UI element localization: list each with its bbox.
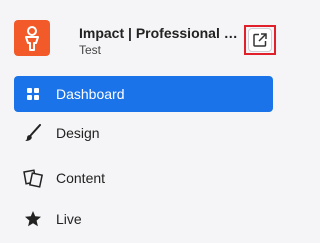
- nav-label-dashboard: Dashboard: [56, 86, 125, 102]
- brush-icon: [23, 123, 43, 143]
- site-header: Impact | Professional Con... Test: [0, 0, 286, 70]
- site-subtitle: Test: [79, 43, 102, 57]
- nav-item-live[interactable]: Live: [14, 201, 273, 237]
- external-link-icon: [253, 33, 267, 47]
- pages-icon: [23, 168, 43, 188]
- nav-label-content: Content: [56, 170, 106, 186]
- nav-item-design[interactable]: Design: [14, 115, 273, 151]
- site-title: Impact | Professional Con...: [79, 25, 247, 41]
- nav-item-dashboard[interactable]: Dashboard: [14, 76, 273, 112]
- nav-label-design: Design: [56, 125, 100, 141]
- nav-item-content[interactable]: Content: [14, 160, 273, 196]
- star-icon: [23, 209, 43, 229]
- open-site-button[interactable]: [248, 28, 272, 52]
- person-icon: [25, 26, 39, 51]
- grid-icon: [23, 84, 43, 104]
- nav-label-live: Live: [56, 211, 82, 227]
- site-logo: [14, 20, 50, 56]
